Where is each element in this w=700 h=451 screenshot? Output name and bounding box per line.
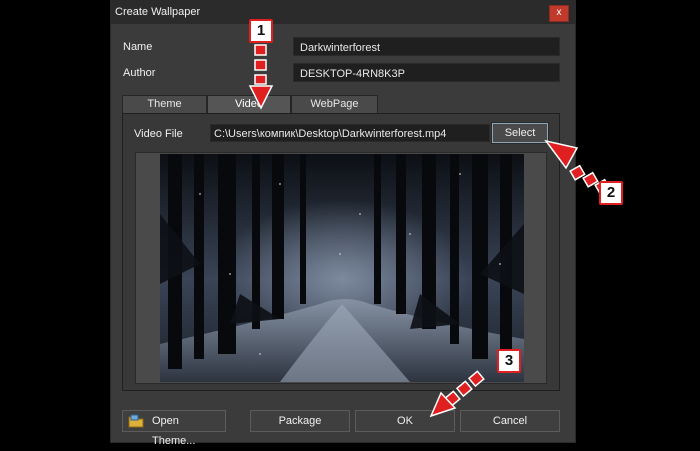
folder-icon: [128, 414, 144, 428]
marker-2: 2: [599, 181, 623, 205]
open-theme-label: Open Theme...: [152, 415, 196, 447]
name-label: Name: [123, 41, 153, 53]
cancel-button[interactable]: Cancel: [460, 410, 560, 432]
tab-video[interactable]: Video: [207, 95, 291, 115]
video-preview-image: [160, 154, 524, 382]
title-bar: Create Wallpaper x: [111, 1, 575, 24]
name-field[interactable]: Darkwinterforest: [293, 37, 560, 56]
video-preview-area: [135, 152, 547, 384]
arrow2-dash-b: [582, 171, 599, 188]
ok-button[interactable]: OK: [355, 410, 455, 432]
package-button[interactable]: Package: [250, 410, 350, 432]
select-button[interactable]: Select: [492, 123, 548, 143]
tab-webpage[interactable]: WebPage: [291, 95, 378, 114]
video-file-label: Video File: [134, 128, 183, 140]
open-theme-button[interactable]: Open Theme...: [122, 410, 226, 447]
tab-theme[interactable]: Theme: [122, 95, 207, 114]
close-button[interactable]: x: [549, 5, 569, 22]
video-file-path-field[interactable]: C:\Users\компик\Desktop\Darkwinterforest…: [210, 124, 490, 142]
marker-1: 1: [249, 19, 273, 43]
author-label: Author: [123, 67, 156, 79]
author-field[interactable]: DESKTOP-4RN8K3P: [293, 63, 560, 82]
marker-3: 3: [497, 349, 521, 373]
window-title: Create Wallpaper: [115, 6, 201, 18]
